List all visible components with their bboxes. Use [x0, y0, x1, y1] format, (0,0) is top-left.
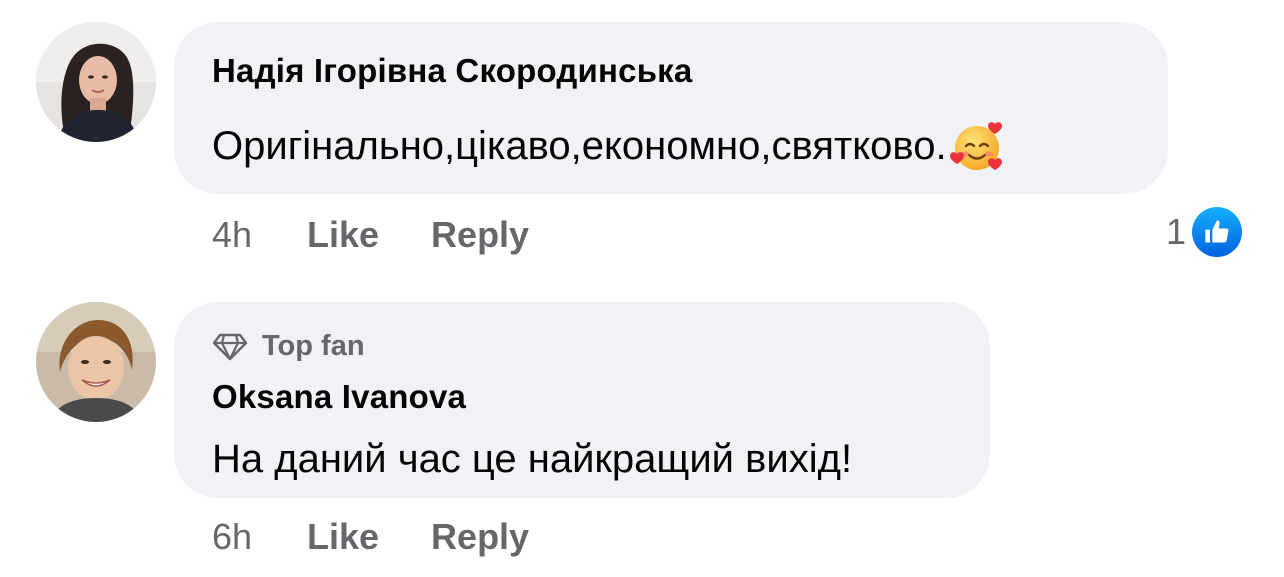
like-button[interactable]: Like [307, 214, 379, 256]
like-button[interactable]: Like [307, 516, 379, 558]
avatar-oksana[interactable] [36, 302, 156, 422]
comment-author[interactable]: Надія Ігорівна Скородинська [212, 52, 692, 90]
comment-text: На даний час це найкращий вихід! [212, 430, 852, 488]
reaction-count: 1 [1166, 211, 1187, 252]
avatar-nadiia[interactable] [36, 22, 156, 142]
profile-photo-oksana [36, 302, 156, 422]
diamond-icon [212, 333, 248, 360]
reply-button[interactable]: Reply [431, 516, 529, 558]
comment-timestamp[interactable]: 6h [212, 516, 307, 558]
smiling-face-with-hearts-icon [949, 122, 1002, 170]
comment-text-content: Оригінально,цікаво,економно,святково. [212, 123, 947, 168]
comment-text-content: На даний час це найкращий вихід! [212, 436, 853, 481]
reaction-summary[interactable]: 1 [1166, 207, 1243, 257]
profile-photo-nadiia [36, 22, 156, 142]
top-fan-badge: Top fan [212, 330, 365, 363]
comment-timestamp[interactable]: 4h [212, 214, 307, 256]
comment-actions: 6h Like Reply [212, 514, 581, 560]
comment-author[interactable]: Oksana Ivanova [212, 378, 466, 416]
reply-button[interactable]: Reply [431, 214, 529, 256]
comment-actions: 4h Like Reply [212, 212, 581, 258]
thumbs-up-icon [1192, 207, 1243, 257]
top-fan-label: Top fan [262, 330, 365, 362]
comment-text: Оригінально,цікаво,економно,святково. [212, 116, 1005, 176]
